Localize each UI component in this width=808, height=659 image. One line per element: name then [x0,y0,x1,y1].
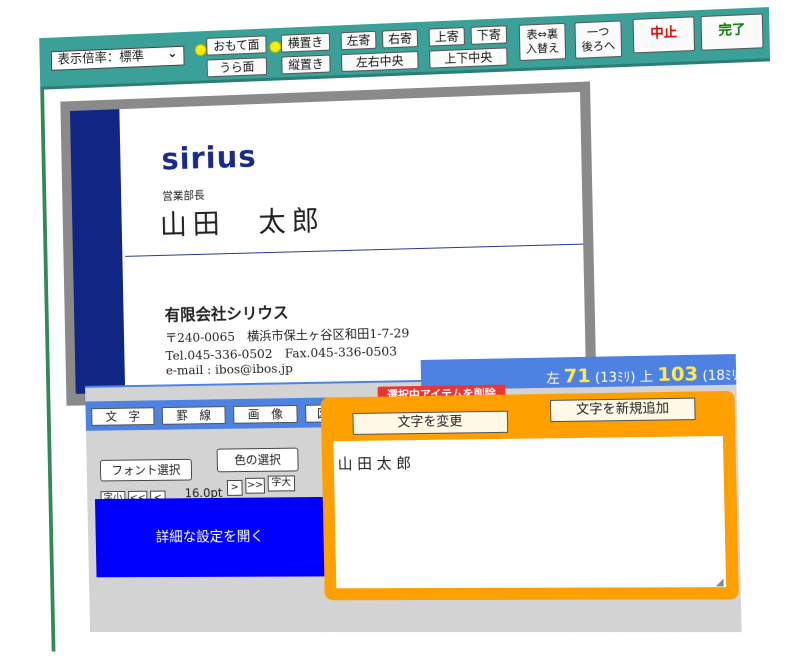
top-label: 上 [639,369,654,386]
top-mm: (18ﾐﾘ) [702,368,744,385]
chevron-down-icon: ⌄ [166,46,178,62]
zoom-select-label: 表示倍率：標準 [57,49,145,68]
size-large-button[interactable]: 字大 [267,475,296,492]
center-vertical-button[interactable]: 上下中央 [429,47,508,69]
card-company[interactable]: 有限会社シリウス [164,299,289,325]
color-select-button[interactable]: 色の選択 [216,447,299,473]
left-rail [39,74,56,652]
card-stripe [69,109,126,394]
business-card: sirius 営業部長 山田 太郎 有限会社シリウス 〒240-0065 横浜市… [69,91,587,394]
back-side-button[interactable]: うら面 [206,57,268,78]
left-label: 左 [546,371,560,387]
front-indicator-icon [194,43,207,57]
horizontal-indicator-icon [269,40,282,54]
card-title[interactable]: 営業部長 [162,187,205,204]
vertical-button[interactable]: 縦置き [281,54,331,75]
left-mm: (13ﾐﾘ) [594,370,636,387]
move-back-button[interactable]: 一つ 後ろへ [574,20,623,59]
align-bottom-button[interactable]: 下寄 [470,25,508,45]
toolbar: 表示倍率：標準 ⌄ おもて面 うら面 横置き 縦置き 左寄 右寄 左右中央 上寄… [39,7,771,90]
text-input-value: 山 田 太 郎 [337,454,412,473]
top-value: 103 [657,362,699,387]
swap-label-line2: 入替え [525,41,560,56]
add-text-button[interactable]: 文字を新規追加 [549,397,696,423]
change-text-button[interactable]: 文字を変更 [352,410,509,435]
resize-handle-icon[interactable]: ◢ [716,577,724,588]
size-increase-big-button[interactable]: >> [245,477,265,494]
swap-sides-button[interactable]: 表⇔裏 入替え [518,22,567,61]
font-select-button[interactable]: フォント選択 [99,458,193,482]
size-increase-button[interactable]: > [226,479,243,496]
cancel-button[interactable]: 中止 [632,16,696,54]
done-button[interactable]: 完了 [700,13,764,51]
card-name[interactable]: 山田 太郎 [160,199,326,243]
card-preview-frame: sirius 営業部長 山田 太郎 有限会社シリウス 〒240-0065 横浜市… [60,81,597,406]
horizontal-button[interactable]: 横置き [280,32,331,53]
move-back-label-line2: 後ろへ [581,38,616,54]
card-logo[interactable]: sirius [161,140,257,178]
tab-text[interactable]: 文 字 [91,407,155,426]
tab-image[interactable]: 画 像 [233,404,298,424]
zoom-select[interactable]: 表示倍率：標準 ⌄ [50,45,185,71]
front-side-button[interactable]: おもて面 [206,35,267,56]
text-input-area[interactable]: 山 田 太 郎 [333,435,727,589]
app: 表示倍率：標準 ⌄ おもて面 うら面 横置き 縦置き 左寄 右寄 左右中央 上寄… [8,0,808,659]
align-left-button[interactable]: 左寄 [340,30,377,51]
left-value: 71 [563,364,591,388]
align-top-button[interactable]: 上寄 [428,27,465,47]
card-divider-line [125,240,587,257]
card-email[interactable]: e-mail : ibos@ibos.jp [166,360,293,377]
position-readout: 左 71 (13ﾐﾘ) 上 103 (18ﾐﾘ) [546,362,744,388]
center-horizontal-button[interactable]: 左右中央 [341,51,419,73]
tab-lines[interactable]: 罫 線 [161,406,226,425]
open-detail-settings-button[interactable]: 詳細な設定を開く [94,496,327,578]
align-right-button[interactable]: 右寄 [382,29,419,49]
